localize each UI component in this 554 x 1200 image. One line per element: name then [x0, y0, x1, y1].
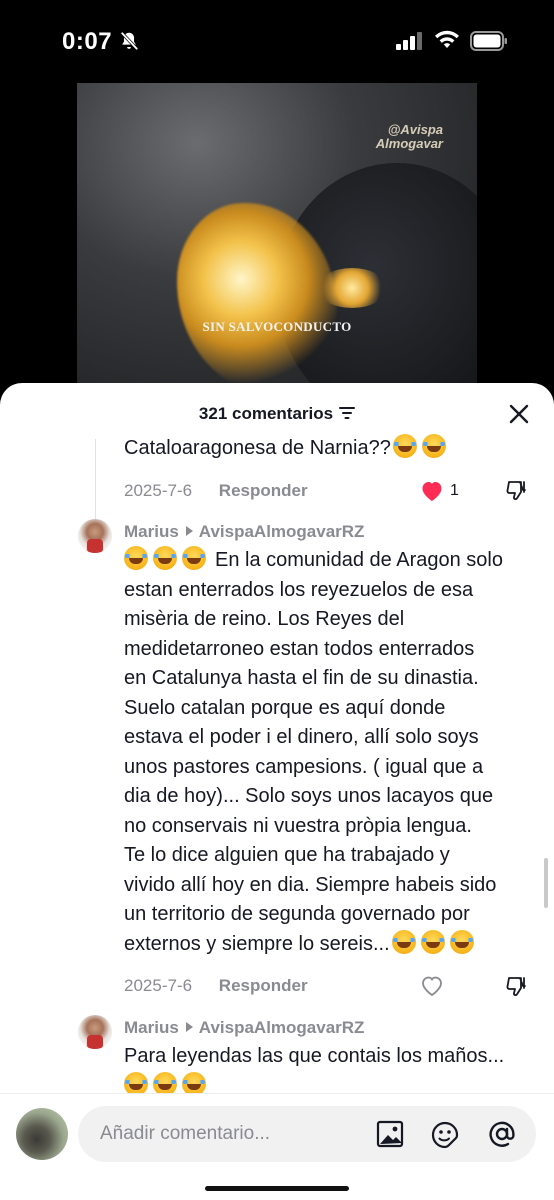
comment-username[interactable]: Marius — [124, 1018, 179, 1037]
comment-line: Te lo dice alguien que ha trabajado y — [124, 844, 450, 866]
watermark-line-1: @Avispa — [387, 122, 443, 137]
comments-count-row[interactable]: 321 comentarios — [0, 404, 554, 424]
comment-line: En la comunidad de Aragon solo — [124, 546, 542, 576]
video-player[interactable]: @Avispa Almogavar SIN SALVOCONDUCTO — [77, 83, 477, 385]
comment-line: Para leyendas las que contais los maños.… — [124, 1045, 505, 1067]
comment-text: Cataloaragonesa de Narnia?? — [124, 434, 542, 464]
scrollbar[interactable] — [544, 858, 548, 908]
comment-date: 2025-7-6 — [124, 976, 193, 995]
comment-author-line: Marius AvispaAlmogavarRZ — [124, 1018, 364, 1038]
comment-text-content: Cataloaragonesa de Narnia?? — [124, 437, 391, 459]
cellular-signal-icon — [396, 32, 422, 50]
video-caption: SIN SALVOCONDUCTO — [202, 319, 352, 334]
comment-line: misèria de reino. Los Reyes del — [124, 608, 405, 630]
battery-icon — [470, 31, 507, 51]
reply-arrow-icon — [185, 1022, 193, 1032]
comment-line: dia de hoy)... Solo soys unos lacayos qu… — [124, 785, 494, 807]
sticker-emoji-icon[interactable] — [430, 1120, 460, 1150]
mention-at-icon[interactable] — [486, 1118, 518, 1150]
laughing-emoji-icon — [124, 546, 148, 570]
comment-line: estava el poder i el dinero, allí solo s… — [124, 726, 479, 748]
sort-filter-icon[interactable] — [339, 407, 356, 419]
watermark-line-2: Almogavar — [375, 136, 443, 151]
laughing-emoji-icon — [391, 929, 416, 954]
comment-line: unos pastores campesions. ( igual que a — [124, 755, 484, 778]
comment-input-placeholder: Añadir comentario... — [100, 1123, 271, 1144]
comments-count: 321 comentarios — [198, 404, 334, 423]
comment-input[interactable]: Añadir comentario... — [78, 1106, 536, 1162]
like-count: 1 — [450, 482, 459, 499]
video-watermark: @Avispa Almogavar — [376, 123, 443, 151]
heart-liked-icon[interactable] — [420, 480, 444, 502]
clock-time: 0:07 — [62, 28, 113, 55]
comment-meta: 2025-7-6 Responder — [124, 976, 308, 996]
comment-line: medidetarroneo estan todos enterrados — [124, 637, 475, 660]
reply-button[interactable]: Responder — [219, 481, 308, 500]
laughing-emoji-icon — [182, 546, 206, 570]
laughing-emoji-icon — [182, 1071, 206, 1093]
comment-line: no conservais ni vuestra pròpia lengua. — [124, 814, 472, 837]
laughing-emoji-icon — [153, 546, 177, 570]
avatar[interactable] — [78, 519, 112, 553]
laughing-emoji-icon — [392, 434, 417, 458]
comment-line: Suelo catalan porque es aquí donde — [124, 696, 446, 719]
reply-to-username[interactable]: AvispaAlmogavarRZ — [199, 1018, 365, 1037]
comment-line-text: externos y siempre lo sereis... — [124, 932, 390, 955]
reply-arrow-icon — [185, 526, 193, 536]
comment-line: un territorio de segunda governado por — [124, 903, 470, 925]
dislike-icon[interactable] — [505, 974, 529, 998]
comment-text: Para leyendas las que contais los maños.… — [124, 1042, 542, 1093]
reply-to-username[interactable]: AvispaAlmogavarRZ — [199, 522, 365, 541]
comment-author-line: Marius AvispaAlmogavarRZ — [124, 522, 364, 542]
comment-line: externos y siempre lo sereis... — [124, 929, 542, 960]
comment-input-bar: Añadir comentario... — [0, 1093, 554, 1200]
comments-list[interactable]: Cataloaragonesa de Narnia?? 2025-7-6 Res… — [0, 433, 554, 1093]
laughing-emoji-icon — [124, 1071, 148, 1093]
comment-line: en Catalunya hasta el fin de su dinastia… — [124, 667, 479, 689]
wifi-icon — [435, 30, 459, 48]
comment-username[interactable]: Marius — [124, 522, 179, 541]
comment-text: En la comunidad de Aragon solo estan ent… — [124, 546, 542, 959]
reply-button[interactable]: Responder — [219, 976, 308, 995]
dislike-icon[interactable] — [505, 478, 529, 502]
user-avatar[interactable] — [16, 1108, 68, 1160]
comment-date: 2025-7-6 — [124, 481, 193, 500]
home-indicator — [205, 1186, 349, 1191]
laughing-emoji-icon — [420, 929, 445, 954]
laughing-emoji-icon — [421, 434, 446, 458]
video-glowing-islands — [317, 268, 387, 308]
comment-line — [124, 1071, 542, 1093]
comment-line-text: En la comunidad de Aragon solo — [215, 549, 503, 571]
bell-muted-icon — [120, 31, 139, 51]
image-icon[interactable] — [376, 1120, 404, 1148]
status-bar: 0:07 — [0, 0, 554, 80]
laughing-emoji-icon — [449, 929, 474, 954]
laughing-emoji-icon — [153, 1071, 177, 1093]
heart-outline-icon[interactable] — [420, 975, 444, 997]
close-icon[interactable] — [508, 403, 530, 425]
comments-sheet: 321 comentarios Cataloaragonesa de Narni… — [0, 383, 554, 1200]
comment-line: estan enterrados los reyezuelos de esa — [124, 578, 474, 601]
comment-line: vivido allí hoy en dia. Siempre habeis s… — [124, 873, 497, 896]
comment-meta: 2025-7-6 Responder — [124, 481, 308, 501]
avatar[interactable] — [78, 1015, 112, 1049]
